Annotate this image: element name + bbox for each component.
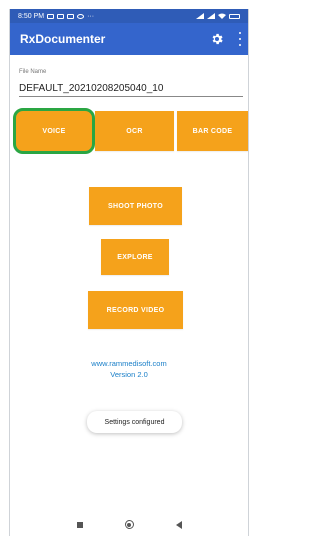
tab-bar-code[interactable]: BAR CODE (177, 111, 248, 151)
back-icon[interactable] (175, 520, 182, 529)
tab-ocr[interactable]: OCR (95, 111, 174, 151)
app-title: RxDocumenter (20, 32, 106, 46)
signal-icon (196, 13, 204, 19)
notification-icon (47, 13, 55, 19)
explore-button[interactable]: EXPLORE (101, 239, 169, 275)
overflow-menu-icon[interactable] (238, 32, 242, 46)
gear-icon[interactable] (210, 32, 224, 46)
whatsapp-icon (77, 13, 85, 19)
voice-highlight-ring (13, 108, 95, 154)
status-bar: 8:50 PM ··· (10, 9, 248, 23)
message-icon (57, 13, 65, 19)
app-screen: 8:50 PM ··· RxDocumenter File Name VOICE… (9, 9, 249, 536)
version-text: Version 2.0 (110, 370, 148, 379)
battery-icon (229, 13, 240, 19)
app-bar: RxDocumenter (10, 23, 248, 55)
file-name-input[interactable] (19, 80, 243, 97)
recents-icon[interactable] (76, 521, 83, 528)
file-name-label: File Name (19, 69, 47, 75)
system-nav-bar (10, 513, 248, 536)
camera-icon (67, 13, 75, 19)
status-time: 8:50 PM (18, 12, 45, 20)
shoot-photo-button[interactable]: SHOOT PHOTO (89, 187, 182, 225)
more-icon: ··· (87, 12, 95, 20)
wifi-icon (218, 13, 226, 19)
website-link[interactable]: www.rammedisoft.com (10, 359, 248, 368)
record-video-button[interactable]: RECORD VIDEO (88, 291, 183, 329)
signal-icon (207, 13, 215, 19)
home-icon[interactable] (124, 520, 134, 529)
toast-message: Settings configured (87, 411, 182, 433)
